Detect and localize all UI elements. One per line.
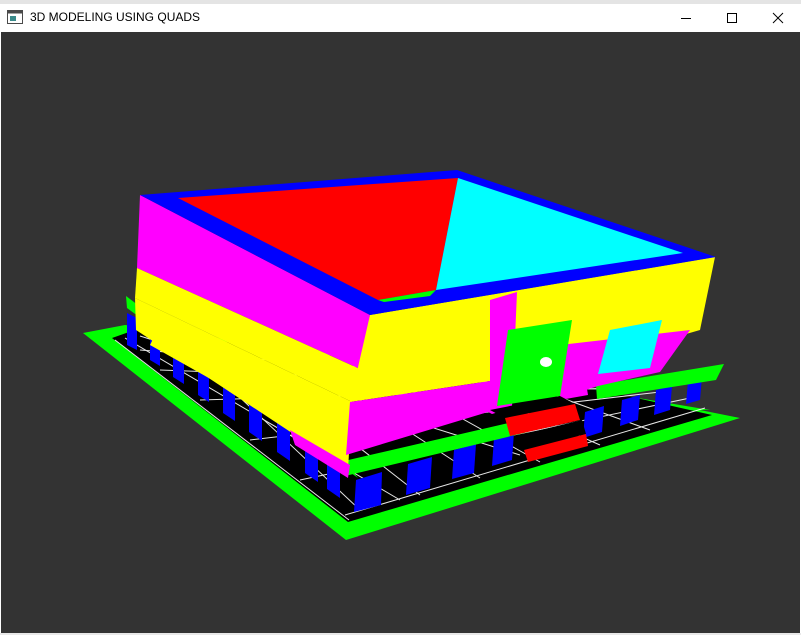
- title-bar[interactable]: 3D MODELING USING QUADS: [0, 4, 801, 32]
- opengl-viewport[interactable]: [1, 32, 800, 634]
- close-button[interactable]: [755, 4, 801, 32]
- house-render: [83, 170, 740, 540]
- close-icon: [772, 12, 784, 24]
- minimize-icon: [681, 18, 691, 19]
- window-title: 3D MODELING USING QUADS: [30, 10, 201, 24]
- application-icon: [7, 10, 23, 24]
- app-window: 3D MODELING USING QUADS: [0, 0, 801, 635]
- maximize-button[interactable]: [709, 4, 755, 32]
- maximize-icon: [727, 13, 737, 23]
- door-knob: [540, 357, 552, 367]
- minimize-button[interactable]: [663, 4, 709, 32]
